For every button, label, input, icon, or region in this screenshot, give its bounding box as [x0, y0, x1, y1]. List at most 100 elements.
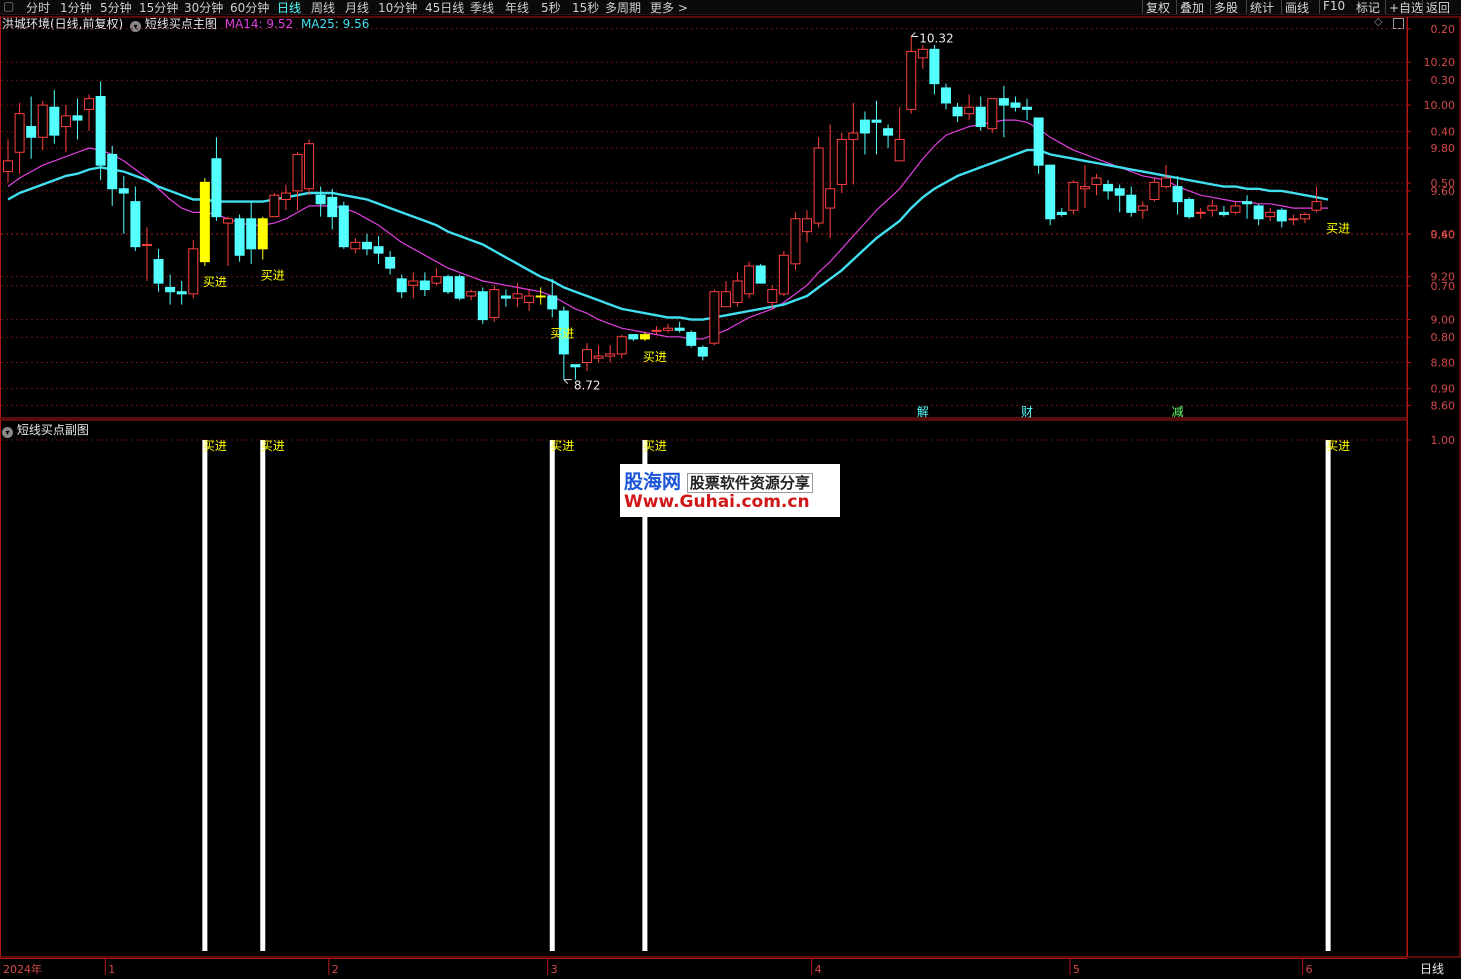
candle-body: [1045, 164, 1056, 220]
candle: [998, 85, 1009, 138]
candle: [477, 287, 488, 324]
candle: [1033, 117, 1044, 174]
candle: [1288, 214, 1299, 226]
month-label: 5: [1073, 963, 1080, 976]
candle: [790, 212, 801, 271]
candle-body: [118, 188, 129, 194]
candle: [720, 280, 731, 308]
candle-body: [906, 50, 917, 110]
candle: [1068, 180, 1079, 215]
candle: [1091, 173, 1102, 196]
month-label: 2024年: [3, 962, 42, 976]
candle: [26, 96, 37, 159]
candle-body: [1161, 177, 1171, 188]
main-price-label: 10.00: [1424, 99, 1456, 112]
candle-body: [165, 286, 176, 293]
candle-body: [500, 295, 511, 299]
candle-body: [894, 138, 905, 162]
candle: [697, 345, 708, 361]
candle: [929, 45, 940, 95]
candle: [431, 268, 442, 286]
month-label: 6: [1306, 963, 1313, 976]
candle: [1299, 212, 1310, 224]
candle-body: [454, 276, 465, 299]
candle: [616, 334, 627, 359]
candle-body: [188, 248, 199, 295]
candle: [396, 274, 407, 299]
candle-body: [280, 192, 291, 200]
candle-body: [1311, 201, 1322, 211]
event-tag[interactable]: 减: [1172, 405, 1184, 419]
candle: [188, 240, 199, 299]
candle-body: [489, 289, 500, 318]
candle: [107, 145, 118, 206]
event-tag[interactable]: 解: [917, 405, 929, 419]
main-price-label: 10.20: [1424, 56, 1456, 69]
candle-body: [929, 48, 940, 85]
candle-body: [141, 244, 152, 247]
sub-value-label: 1.00: [1431, 434, 1456, 447]
candle: [1184, 197, 1195, 219]
candle: [419, 272, 430, 297]
candle-body: [1276, 209, 1287, 222]
main-panel-frame: [0, 16, 1408, 419]
candle: [211, 137, 222, 221]
candle: [709, 289, 720, 346]
main-price-label: 9.00: [1431, 314, 1456, 327]
sub-value-label: 0.40: [1431, 126, 1456, 139]
candle: [1172, 175, 1183, 215]
candle-body: [767, 289, 778, 303]
candle: [871, 100, 882, 155]
candle-body: [744, 265, 755, 295]
candle: [500, 289, 511, 307]
candle-body: [917, 48, 928, 59]
candle-body: [1288, 218, 1299, 221]
buy-signal-label: 买进: [1326, 221, 1350, 235]
candle-body: [350, 241, 361, 250]
candle-body: [709, 291, 720, 344]
sub-signal-label: 买进: [643, 439, 667, 453]
candle: [199, 178, 210, 266]
candle-body: [663, 327, 674, 331]
candle-body: [431, 276, 442, 284]
event-tag[interactable]: 财: [1021, 405, 1033, 419]
candle: [593, 345, 604, 363]
candle: [802, 210, 813, 243]
candle: [14, 102, 25, 174]
candle: [558, 306, 569, 380]
candle: [350, 238, 361, 254]
candle: [72, 98, 83, 140]
candle: [651, 326, 662, 335]
candle: [732, 272, 743, 307]
candle: [49, 90, 60, 144]
candle: [1045, 164, 1056, 226]
candle: [1218, 205, 1229, 217]
candle-body: [176, 291, 187, 295]
candle: [813, 137, 824, 228]
candle-body: [223, 218, 234, 224]
candle: [1010, 96, 1021, 112]
candle: [1230, 201, 1241, 215]
candle-body: [3, 160, 13, 173]
watermark-url: Www.Guhai.com.cn: [624, 492, 810, 512]
candle: [1137, 201, 1148, 219]
candle-body: [639, 334, 650, 340]
candle-body: [1114, 188, 1125, 196]
buy-signal-label: 买进: [550, 326, 574, 340]
main-price-label: 9.80: [1431, 142, 1456, 155]
candle-body: [419, 280, 430, 291]
candle: [141, 227, 152, 281]
sub-signal-label: 买进: [1326, 439, 1350, 453]
candle-body: [883, 128, 894, 136]
watermark-slogan: 股票软件资源分享: [686, 473, 813, 493]
candle-body: [304, 143, 315, 190]
candle-body: [1207, 205, 1218, 211]
candle: [663, 323, 674, 333]
candle-body: [269, 194, 280, 218]
candle-body: [524, 295, 535, 303]
candle-body: [755, 265, 766, 284]
candle: [223, 216, 234, 266]
candle: [1149, 178, 1160, 202]
candle-body: [871, 119, 882, 123]
candle-body: [327, 196, 338, 218]
